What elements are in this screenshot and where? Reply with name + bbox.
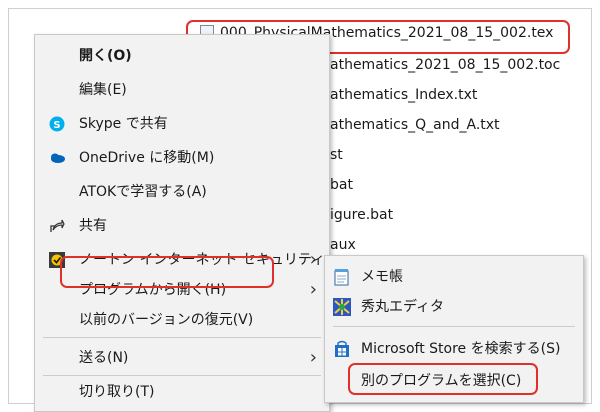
menu-label: 切り取り(T) [79, 384, 155, 400]
submenu-microsoft-store[interactable]: Microsoft Store を検索する(S) [325, 334, 583, 364]
submenu-notepad[interactable]: メモ帳 [325, 262, 583, 292]
submenu-separator [333, 326, 575, 327]
menu-label: 送る(N) [79, 350, 129, 366]
submenu-hidemaru[interactable]: 秀丸エディタ [325, 292, 583, 322]
file-row[interactable]: st [330, 144, 343, 166]
file-row[interactable]: aux [330, 234, 356, 256]
onedrive-icon [51, 153, 65, 163]
chevron-right-icon: › [309, 347, 317, 368]
menu-separator [43, 337, 321, 338]
file-row[interactable]: athematics_Q_and_A.txt [330, 114, 500, 136]
file-name: igure.bat [330, 207, 394, 223]
file-row[interactable]: athematics_Index.txt [330, 84, 477, 106]
submenu-label: Microsoft Store を検索する(S) [361, 341, 561, 357]
file-name: aux [330, 237, 356, 253]
chevron-right-icon: › [309, 279, 317, 300]
highlight-open-with [60, 256, 274, 288]
file-row[interactable]: bat [330, 174, 353, 196]
submenu-label: 秀丸エディタ [361, 299, 445, 315]
file-row[interactable]: igure.bat [330, 204, 393, 226]
store-icon [335, 340, 349, 357]
notepad-icon [334, 269, 349, 286]
hidemaru-icon [333, 298, 351, 316]
menu-edit[interactable]: 編集(E) [35, 73, 329, 107]
menu-restore-version[interactable]: 以前のバージョンの復元(V) [35, 303, 329, 337]
menu-open[interactable]: 開く(O) [35, 39, 329, 73]
menu-label: 以前のバージョンの復元(V) [79, 312, 254, 328]
chevron-right-icon: › [309, 249, 317, 270]
submenu-label: メモ帳 [361, 269, 403, 285]
file-row[interactable]: athematics_2021_08_15_002.toc [330, 54, 560, 76]
svg-text:S: S [53, 120, 60, 131]
menu-cut[interactable]: 切り取り(T) [35, 375, 329, 409]
highlight-choose-program [348, 363, 538, 395]
file-name: st [330, 147, 343, 163]
menu-share[interactable]: 共有 [35, 209, 329, 243]
menu-label: 開く(O) [79, 48, 132, 64]
context-menu: 開く(O) 編集(E) S Skype で共有 OneDrive に移動(M) … [34, 34, 330, 412]
share-icon [50, 219, 65, 232]
menu-send-to[interactable]: 送る(N) › [35, 341, 329, 375]
menu-onedrive[interactable]: OneDrive に移動(M) [35, 141, 329, 175]
file-name: athematics_2021_08_15_002.toc [330, 57, 561, 73]
skype-icon: S [49, 116, 65, 132]
file-name: bat [330, 177, 353, 193]
file-name: athematics_Index.txt [330, 87, 478, 103]
file-name: athematics_Q_and_A.txt [330, 117, 500, 133]
menu-atok[interactable]: ATOKで学習する(A) [35, 175, 329, 209]
menu-label: 編集(E) [79, 82, 127, 98]
menu-label: ATOKで学習する(A) [79, 184, 207, 200]
menu-label: 共有 [79, 218, 107, 234]
menu-skype-share[interactable]: S Skype で共有 [35, 107, 329, 141]
menu-label: OneDrive に移動(M) [79, 150, 215, 166]
menu-label: Skype で共有 [79, 116, 168, 132]
